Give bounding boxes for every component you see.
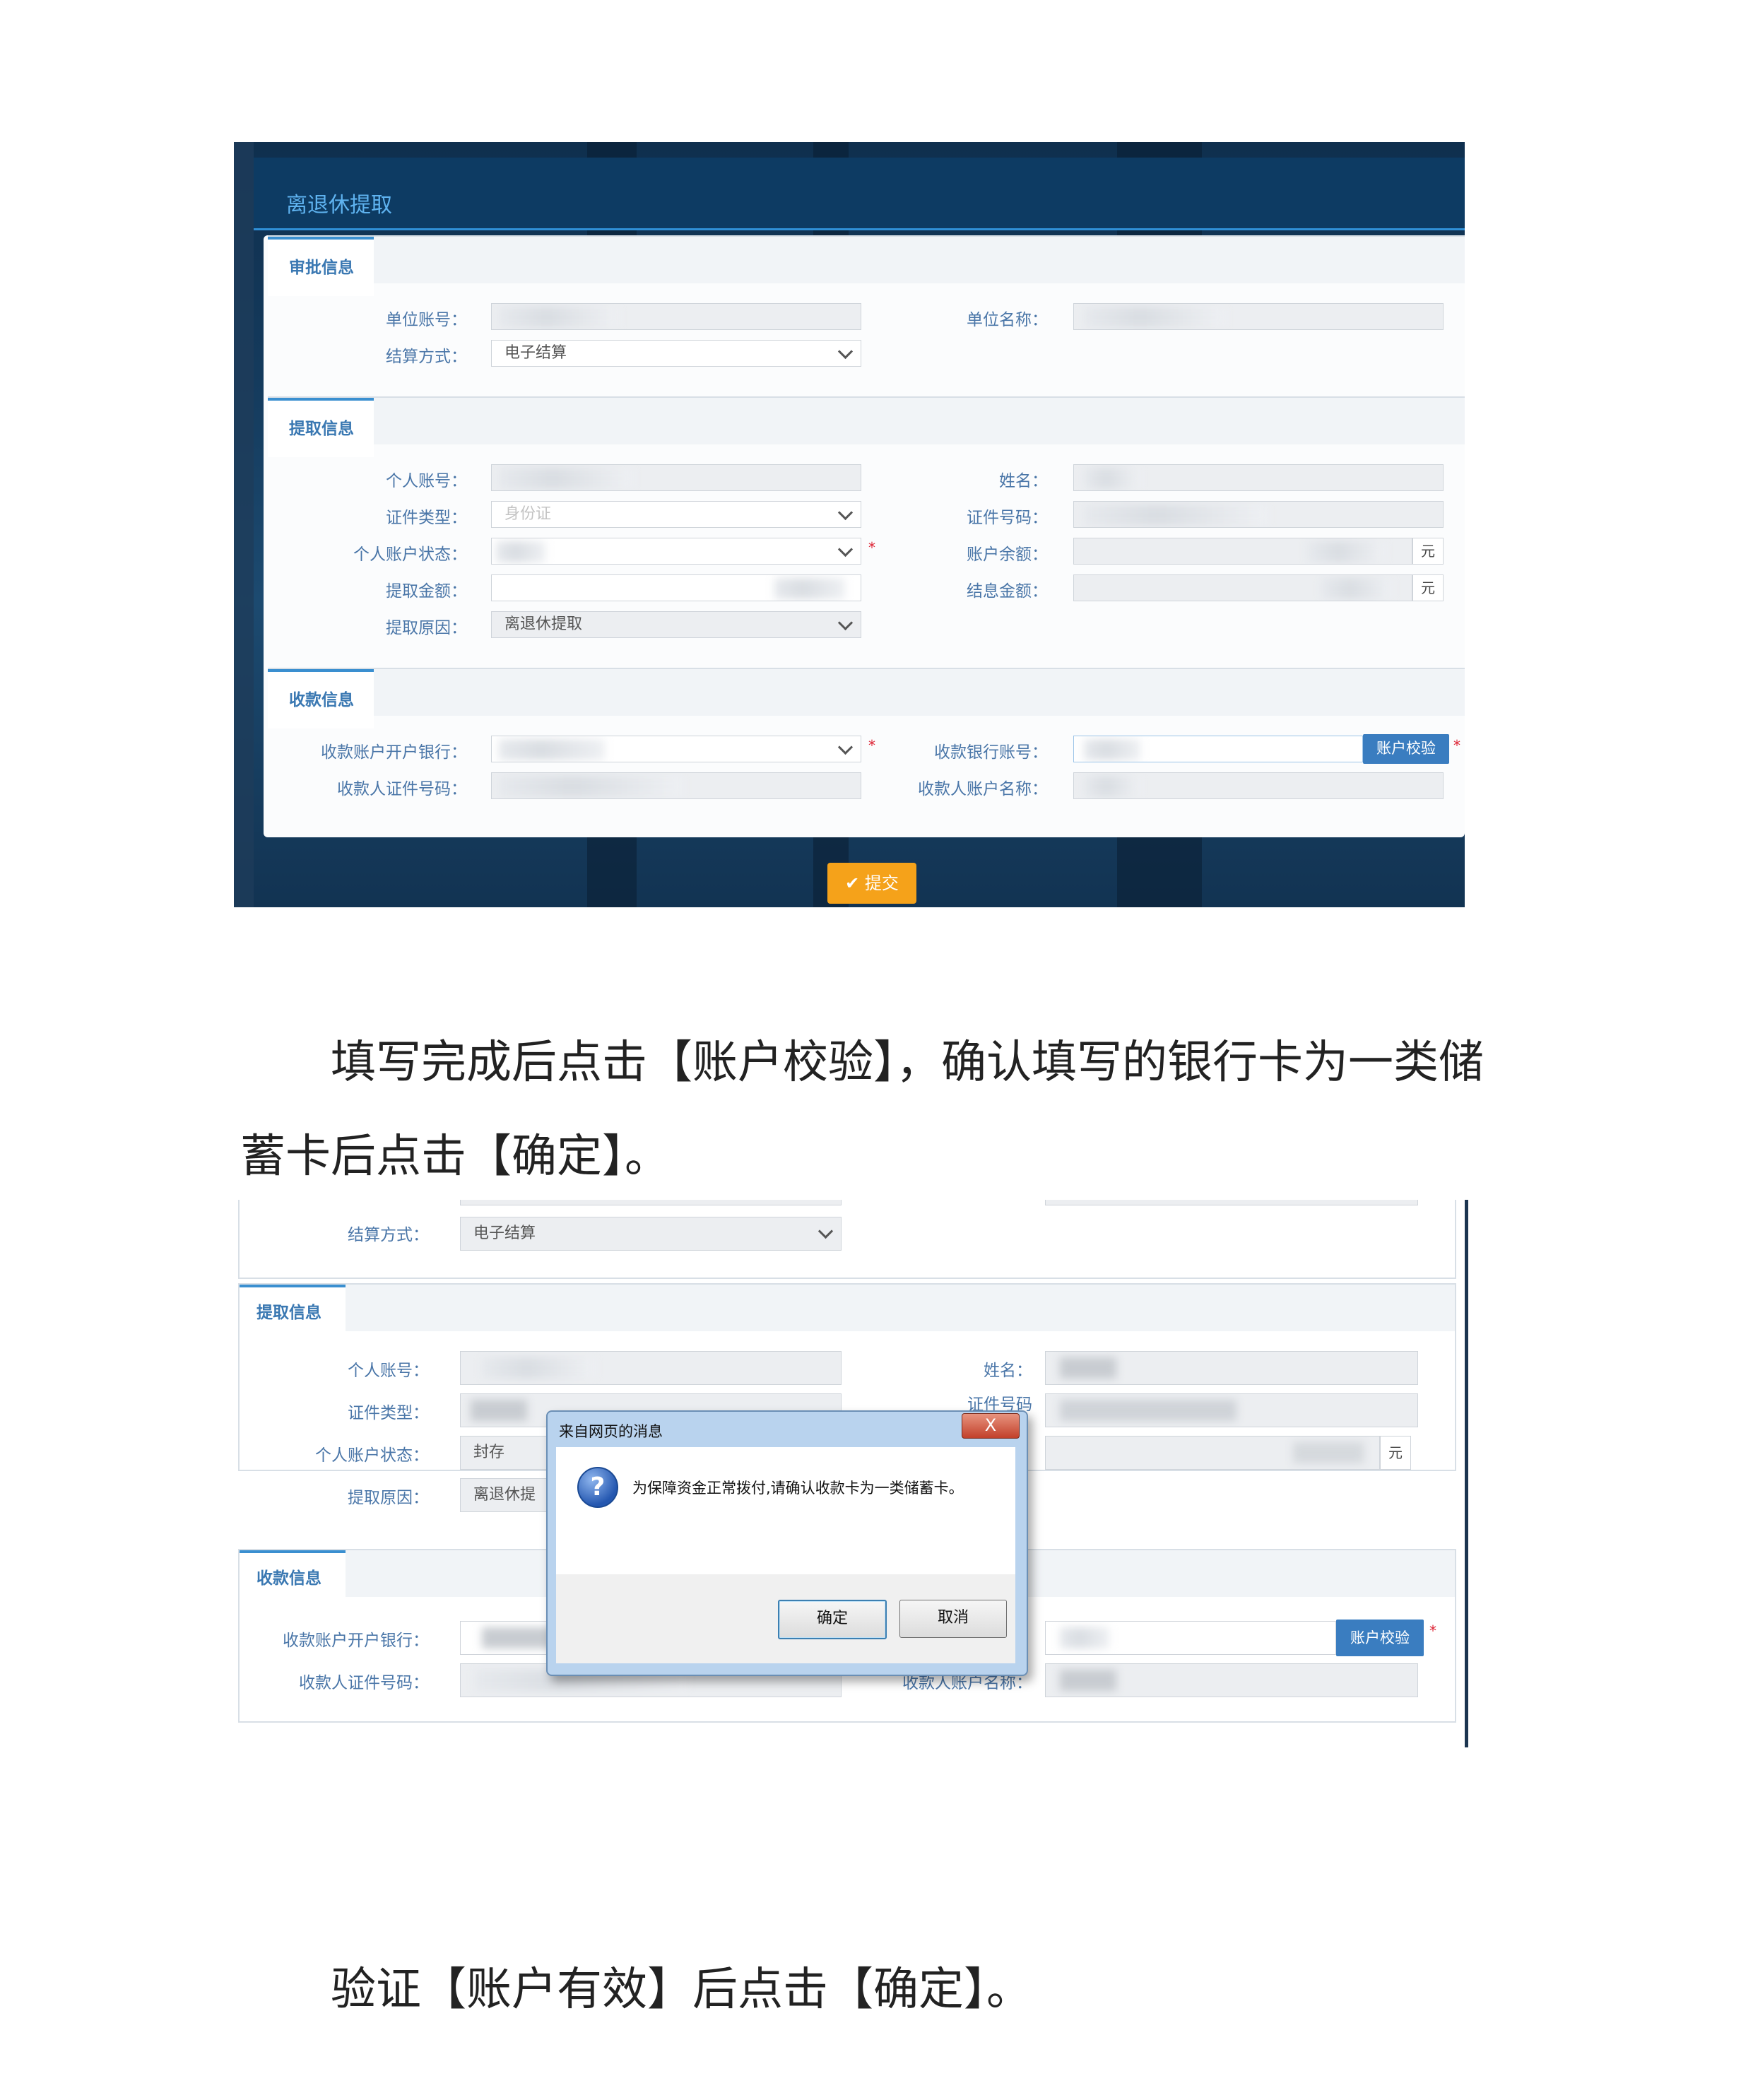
- confirm-dialog: 来自网页的消息 X ? 为保障资金正常拨付,请确认收款卡为一类储蓄卡。 确定 取…: [546, 1410, 1028, 1676]
- interest-field[interactable]: [1073, 574, 1412, 601]
- chevron-down-icon: [837, 541, 854, 558]
- bank-account-input[interactable]: [1073, 736, 1363, 762]
- approval-section-header: 审批信息: [268, 235, 1465, 296]
- chevron-down-icon: [837, 505, 854, 521]
- instruction-line: 填写完成后点击【账户校验】，确认填写的银行卡为一类储: [331, 1037, 1484, 1089]
- withdraw-section-header: 提取信息: [268, 396, 1465, 457]
- required-marker: *: [1453, 737, 1460, 754]
- id-type-label: 证件类型：: [348, 1404, 429, 1422]
- account-status-select[interactable]: [491, 538, 861, 565]
- name-label: 姓名：: [999, 472, 1048, 490]
- settlement-label: 结算方式：: [348, 1226, 429, 1244]
- required-marker: *: [868, 737, 875, 754]
- instruction-line: 蓄卡后点击【确定】。: [240, 1131, 670, 1183]
- window-title: 离退休提取: [286, 193, 392, 218]
- name-label: 姓名：: [984, 1362, 1032, 1380]
- reason-label: 提取原因：: [348, 1489, 429, 1507]
- settlement-value: 电子结算: [504, 344, 567, 362]
- id-type-select[interactable]: 身份证: [491, 501, 861, 528]
- payee-name-label: 收款人账户名称：: [918, 780, 1048, 798]
- ok-button[interactable]: 确定: [778, 1600, 887, 1639]
- reason-value: 离退休提取: [504, 615, 583, 633]
- withdraw-amount-label: 提取金额：: [386, 582, 467, 601]
- chevron-down-icon: [837, 739, 854, 755]
- balance-unit: 元: [1380, 1436, 1411, 1470]
- unit-account-field: [460, 1200, 842, 1205]
- interest-label: 结息金额：: [967, 582, 1048, 601]
- balance-unit: 元: [1412, 538, 1444, 565]
- reason-value: 离退休提: [473, 1486, 536, 1504]
- balance-label: 账户余额：: [967, 545, 1048, 564]
- id-type-value: 身份证: [504, 505, 552, 523]
- settlement-select[interactable]: 电子结算: [491, 340, 861, 367]
- personal-account-label: 个人账号：: [386, 472, 467, 490]
- personal-account-label: 个人账号：: [348, 1362, 429, 1380]
- settlement-label: 结算方式：: [386, 348, 467, 366]
- chevron-down-icon: [818, 1223, 834, 1239]
- dialog-caption: 来自网页的消息: [559, 1423, 663, 1440]
- withdrawal-form-screenshot: 离退休提取 审批信息 单位账号： 单位名称： 结算方式： 电子结算 提取信息 个…: [234, 142, 1465, 907]
- section-title: 收款信息: [289, 691, 354, 709]
- account-status-label: 个人账户状态：: [353, 545, 467, 564]
- reason-select[interactable]: 离退休提取: [491, 611, 861, 638]
- bank-account-input[interactable]: [1045, 1621, 1336, 1655]
- unit-account-label: 单位账号：: [386, 311, 467, 329]
- section-title: 收款信息: [256, 1569, 321, 1588]
- question-icon: ?: [577, 1467, 618, 1508]
- verify-account-button[interactable]: 账户校验: [1336, 1620, 1424, 1656]
- chevron-down-icon: [837, 615, 854, 631]
- required-marker: *: [1429, 1622, 1436, 1639]
- cancel-button[interactable]: 取消: [899, 1600, 1007, 1638]
- payee-id-field[interactable]: [491, 772, 861, 799]
- window-titlebar: 离退休提取: [254, 158, 1465, 230]
- confirm-dialog-screenshot: 结算方式： 电子结算 提取信息 个人账号： 姓名： 证件类型： 证件号码 个人账…: [234, 1200, 1468, 1747]
- personal-account-field[interactable]: [460, 1351, 842, 1385]
- check-icon: ✔: [845, 873, 860, 893]
- id-number-label: 证件号码：: [967, 509, 1048, 527]
- bank-label: 收款账户开户银行：: [283, 1632, 429, 1650]
- background-building: [234, 142, 254, 907]
- withdraw-amount-field[interactable]: [491, 574, 861, 601]
- dialog-body: [556, 1447, 1015, 1574]
- bank-select[interactable]: [491, 736, 861, 762]
- personal-account-field[interactable]: [491, 464, 861, 491]
- settlement-value: 电子结算: [473, 1225, 536, 1242]
- unit-name-label: 单位名称：: [967, 311, 1048, 329]
- unit-account-field[interactable]: [491, 303, 861, 330]
- id-type-label: 证件类型：: [386, 509, 467, 527]
- settlement-select[interactable]: 电子结算: [460, 1217, 842, 1251]
- instruction-line: 验证【账户有效】后点击【确定】。: [331, 1964, 1032, 2016]
- balance-field[interactable]: [1045, 1436, 1380, 1470]
- payee-id-label: 收款人证件号码：: [337, 780, 467, 798]
- verify-account-button[interactable]: 账户校验: [1363, 734, 1449, 764]
- section-title: 提取信息: [256, 1304, 321, 1322]
- chevron-down-icon: [837, 343, 854, 360]
- section-title: 提取信息: [289, 420, 354, 438]
- close-icon[interactable]: X: [962, 1413, 1020, 1439]
- bank-label: 收款账户开户银行：: [321, 743, 467, 762]
- section-title: 审批信息: [289, 259, 354, 277]
- payee-name-field[interactable]: [1045, 1663, 1418, 1697]
- submit-button[interactable]: ✔ 提交: [827, 863, 916, 904]
- interest-unit: 元: [1412, 574, 1444, 601]
- form-panel: 审批信息 单位账号： 单位名称： 结算方式： 电子结算 提取信息 个人账号： 姓…: [264, 235, 1465, 837]
- account-status-label: 个人账户状态：: [315, 1446, 429, 1465]
- submit-label: 提交: [864, 873, 899, 893]
- payee-section-header: 收款信息: [268, 668, 1465, 728]
- name-field[interactable]: [1045, 1351, 1418, 1385]
- payee-id-label: 收款人证件号码：: [299, 1674, 429, 1692]
- unit-name-field[interactable]: [1073, 303, 1444, 330]
- dialog-message: 为保障资金正常拨付,请确认收款卡为一类储蓄卡。: [632, 1480, 964, 1497]
- unit-name-field: [1045, 1200, 1418, 1205]
- id-number-field[interactable]: [1045, 1393, 1418, 1427]
- name-field[interactable]: [1073, 464, 1444, 491]
- account-status-value: 封存: [473, 1444, 505, 1461]
- payee-name-field[interactable]: [1073, 772, 1444, 799]
- required-marker: *: [868, 539, 875, 556]
- bank-account-label: 收款银行账号：: [934, 743, 1048, 762]
- id-number-field[interactable]: [1073, 501, 1444, 528]
- reason-label: 提取原因：: [386, 619, 467, 637]
- balance-field[interactable]: [1073, 538, 1412, 565]
